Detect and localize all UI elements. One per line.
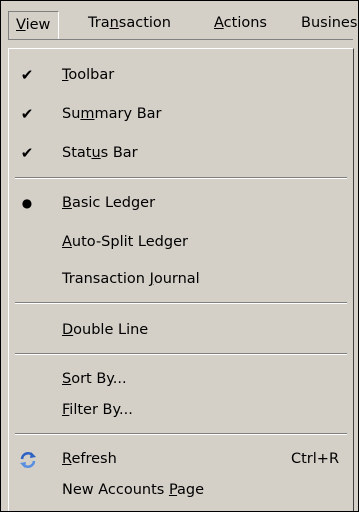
menu-item-status-bar-pre: Stat xyxy=(62,145,92,161)
menu-item-toolbar-label: Toolbar xyxy=(62,61,114,89)
menu-item-status-bar-label: Status Bar xyxy=(62,139,138,167)
menu-item-summary-bar-label: Summary Bar xyxy=(62,100,162,128)
menu-transaction-post: saction xyxy=(118,15,171,31)
refresh-icon xyxy=(20,452,36,468)
menu-item-transaction-journal-label: Transaction Journal xyxy=(62,265,200,293)
menu-item-sort-by[interactable]: Sort By... xyxy=(9,365,353,393)
menu-item-basic-ledger-key: B xyxy=(62,195,72,211)
menu-business[interactable]: Busines xyxy=(301,12,357,34)
menu-item-basic-ledger-label: Basic Ledger xyxy=(62,189,155,217)
menu-transaction[interactable]: Transaction xyxy=(88,12,171,34)
menu-top-rule xyxy=(8,39,353,40)
view-menu-dropdown: ✔ Toolbar ✔ Summary Bar ✔ Status Bar ● B… xyxy=(8,48,354,511)
menu-item-summary-bar-pre: Su xyxy=(62,106,81,122)
menu-item-toolbar-post: oolbar xyxy=(68,67,115,83)
menu-view[interactable]: View xyxy=(8,11,60,39)
menu-item-sort-by-label: Sort By... xyxy=(62,365,127,393)
menu-item-summary-bar-post: mary Bar xyxy=(94,106,162,122)
menu-item-transaction-journal-post: ournal xyxy=(153,271,200,287)
menu-item-refresh-shortcut: Ctrl+R xyxy=(291,451,340,467)
menu-separator xyxy=(15,353,347,355)
radio-dot-icon: ● xyxy=(21,196,33,210)
menu-separator xyxy=(15,302,347,304)
menu-item-new-accounts-page-post: age xyxy=(177,482,205,498)
menu-item-refresh-label: Refresh xyxy=(62,445,117,473)
menu-item-status-bar-key: u xyxy=(91,145,101,161)
menu-window: View Transaction Actions Busines ✔ Toolb… xyxy=(0,0,359,512)
menu-item-refresh-post: efresh xyxy=(71,451,117,467)
menu-item-auto-split-ledger[interactable]: Auto-Split Ledger xyxy=(9,228,353,256)
menu-item-double-line-key: D xyxy=(62,322,74,338)
menu-item-status-bar[interactable]: ✔ Status Bar xyxy=(9,139,353,167)
menu-item-sort-by-key: S xyxy=(62,371,72,387)
menu-item-refresh[interactable]: Refresh Ctrl+R xyxy=(9,445,353,473)
check-icon: ✔ xyxy=(20,144,34,162)
menu-view-key: V xyxy=(16,17,26,33)
menu-item-new-accounts-page[interactable]: New Accounts Page xyxy=(9,476,353,504)
menu-actions[interactable]: Actions xyxy=(214,12,267,34)
menu-item-filter-by[interactable]: Filter By... xyxy=(9,396,353,424)
menu-item-filter-by-label: Filter By... xyxy=(62,396,133,424)
menu-item-filter-by-post: ilter By... xyxy=(69,402,133,418)
menu-separator xyxy=(15,177,347,179)
check-icon: ✔ xyxy=(20,66,34,84)
menu-actions-key: A xyxy=(214,15,224,31)
menu-item-status-bar-post: s Bar xyxy=(100,145,138,161)
menu-item-auto-split-ledger-key: A xyxy=(62,234,72,250)
menu-item-double-line-post: ouble Line xyxy=(73,322,149,338)
menu-item-double-line-label: Double Line xyxy=(62,316,148,344)
menu-transaction-key: n xyxy=(109,15,119,31)
menu-item-basic-ledger-post: asic Ledger xyxy=(71,195,156,211)
menu-item-toolbar[interactable]: ✔ Toolbar xyxy=(9,61,353,89)
menu-item-summary-bar-key: m xyxy=(80,106,95,122)
menu-item-basic-ledger[interactable]: ● Basic Ledger xyxy=(9,189,353,217)
menu-actions-post: ctions xyxy=(223,15,267,31)
menu-item-transaction-journal-pre: Transaction xyxy=(62,271,150,287)
menu-transaction-pre: Tra xyxy=(88,15,110,31)
menu-view-post: iew xyxy=(25,17,51,33)
menu-item-transaction-journal[interactable]: Transaction Journal xyxy=(9,265,353,293)
check-icon: ✔ xyxy=(20,105,34,123)
menu-business-pre: Busines xyxy=(301,15,358,31)
menubar: View Transaction Actions Busines xyxy=(1,1,358,39)
menu-separator xyxy=(15,433,347,435)
menu-item-new-accounts-page-label: New Accounts Page xyxy=(62,476,204,504)
menu-item-auto-split-ledger-label: Auto-Split Ledger xyxy=(62,228,188,256)
menu-item-auto-split-ledger-post: uto-Split Ledger xyxy=(71,234,188,250)
menu-item-sort-by-post: ort By... xyxy=(71,371,127,387)
menu-item-new-accounts-page-pre: New Accounts xyxy=(62,482,169,498)
menu-item-summary-bar[interactable]: ✔ Summary Bar xyxy=(9,100,353,128)
menu-item-new-accounts-page-key: P xyxy=(168,482,178,498)
menu-item-double-line[interactable]: Double Line xyxy=(9,316,353,344)
